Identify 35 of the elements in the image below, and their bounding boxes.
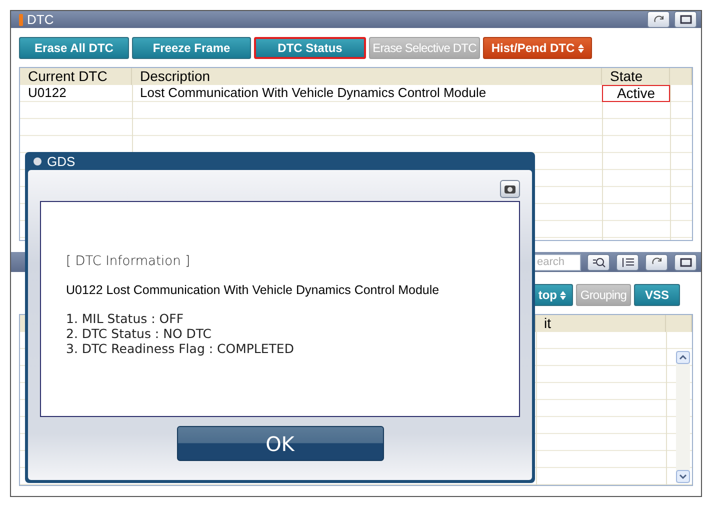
column-header: it <box>536 315 666 332</box>
search-field[interactable]: earch <box>533 254 581 270</box>
title-marker-icon <box>19 14 23 26</box>
message-heading: [ DTC Information ] <box>66 254 192 269</box>
scroll-down-icon[interactable] <box>676 470 690 483</box>
toolbar-button[interactable]: VSS <box>634 284 680 306</box>
state-cell: Active <box>602 85 670 102</box>
search-icon[interactable] <box>587 254 610 270</box>
message-text: U0122 Lost Communication With Vehicle Dynamics Control Module <box>66 283 440 297</box>
column-header: Description <box>132 68 602 85</box>
toolbar-button[interactable]: Freeze Frame <box>132 37 251 59</box>
toolbar-button[interactable]: Hist/Pend DTC <box>483 37 592 59</box>
table-cell-text: Lost Communication With Vehicle Dynamics Control Module <box>139 85 488 102</box>
window-dot-icon <box>33 156 42 166</box>
maximize-icon[interactable] <box>674 254 697 270</box>
status-line: 3. DTC Readiness Flag : COMPLETED <box>66 341 295 356</box>
dialog-title: GDS <box>47 154 76 168</box>
column-header: Current DTC <box>20 68 132 85</box>
status-line: 2. DTC Status : NO DTC <box>66 326 213 341</box>
ok-button[interactable]: OK <box>176 426 384 461</box>
scroll-up-icon[interactable] <box>676 351 690 364</box>
retry-icon[interactable] <box>645 254 668 270</box>
scrollbar[interactable] <box>676 351 690 483</box>
column-header: State <box>602 68 670 85</box>
table-cell-text: U0122 <box>27 85 68 102</box>
retry-icon[interactable] <box>647 11 670 28</box>
maximize-icon[interactable] <box>674 11 697 28</box>
window-title: DTC <box>27 12 54 27</box>
toolbar-button[interactable]: Erase All DTC <box>19 37 129 59</box>
up-down-arrows-icon <box>560 290 566 300</box>
up-down-arrows-icon <box>578 44 584 52</box>
list-icon[interactable] <box>616 254 639 270</box>
toolbar-button[interactable]: DTC Status <box>254 37 366 59</box>
camera-icon[interactable] <box>500 180 520 198</box>
status-line: 1. MIL Status : OFF <box>66 311 185 326</box>
